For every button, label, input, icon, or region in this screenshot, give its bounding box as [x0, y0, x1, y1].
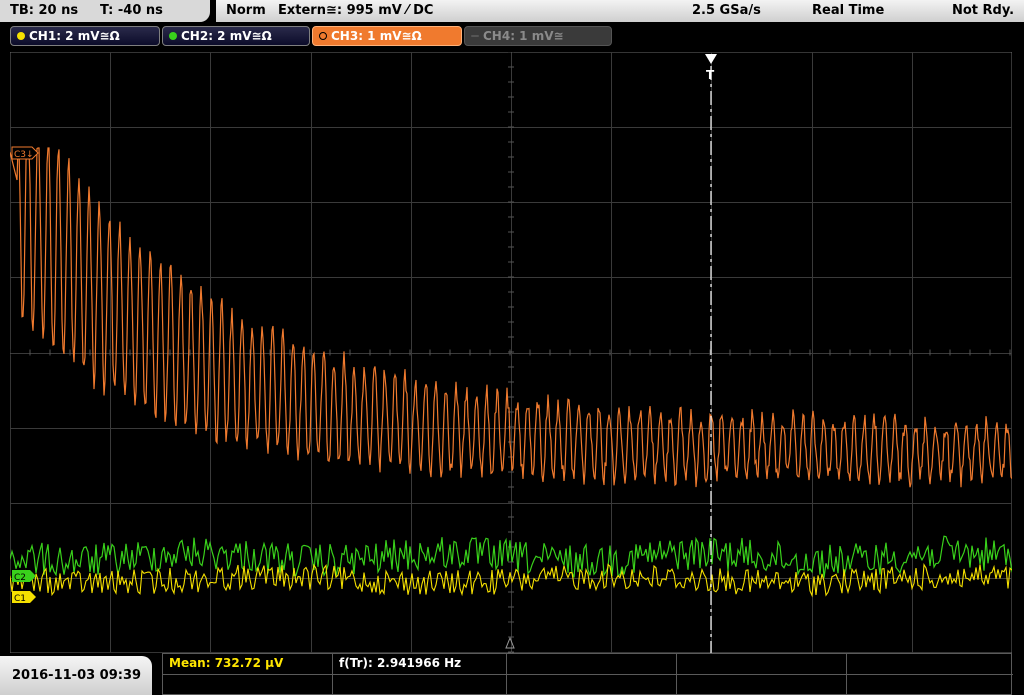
- mean-value: Mean: 732.72 µV: [169, 656, 284, 670]
- status-bar: TB: 20 ns T: -40 ns Norm Extern≅: 995 mV…: [0, 0, 1024, 24]
- datetime: 2016-11-03 09:39: [12, 668, 142, 683]
- channel-4-button[interactable]: CH4: 1 mV≅: [464, 26, 612, 46]
- measurement-slot-8[interactable]: [507, 674, 677, 694]
- ch3-marker-label: C3↓: [14, 150, 34, 160]
- measurement-slot-4[interactable]: [677, 654, 847, 674]
- trigger-offset-value: T: -40 ns: [100, 3, 163, 18]
- measurement-slot-5[interactable]: [847, 654, 1013, 674]
- sample-rate: 2.5 GSa/s: [692, 3, 761, 18]
- measurement-slot-9[interactable]: [677, 674, 847, 694]
- frequency-value: f(Tr): 2.941966 Hz: [339, 656, 462, 670]
- ch1-indicator-icon: [17, 32, 25, 40]
- trigger-source: Extern≅: 995 mV ⁄ DC: [278, 3, 434, 18]
- ch2-label: CH2: 2 mV≅Ω: [181, 29, 272, 43]
- ch2-marker-label: C2: [14, 573, 26, 583]
- measurement-slot-10[interactable]: [847, 674, 1013, 694]
- channel-2-button[interactable]: CH2: 2 mV≅Ω: [162, 26, 310, 46]
- trigger-marker-label: T: [706, 68, 715, 82]
- frequency-measurement[interactable]: f(Tr): 2.941966 Hz: [333, 654, 507, 674]
- measurement-panel[interactable]: Mean: 732.72 µV f(Tr): 2.941966 Hz: [162, 653, 1013, 695]
- waveform-grid: T C3↓ C2 C1: [10, 52, 1012, 653]
- channel-bar: CH1: 2 mV≅Ω CH2: 2 mV≅Ω CH3: 1 mV≅Ω CH4:…: [0, 26, 1024, 48]
- datetime-box: 2016-11-03 09:39: [0, 656, 152, 695]
- measurement-slot-7[interactable]: [333, 674, 507, 694]
- ch3-label: CH3: 1 mV≅Ω: [331, 29, 422, 43]
- trigger-state: Not Rdy.: [952, 3, 1015, 18]
- channel-3-button[interactable]: CH3: 1 mV≅Ω: [312, 26, 462, 46]
- channel-1-button[interactable]: CH1: 2 mV≅Ω: [10, 26, 160, 46]
- ch2-indicator-icon: [169, 32, 177, 40]
- waveform-display[interactable]: T C3↓ C2 C1: [10, 52, 1012, 653]
- ch4-label: CH4: 1 mV≅: [483, 29, 564, 43]
- ch1-marker-label: C1: [14, 594, 26, 604]
- ch4-indicator-icon: [471, 35, 479, 37]
- timebase-value: TB: 20 ns: [10, 3, 79, 18]
- ch3-indicator-icon: [319, 32, 327, 40]
- measurement-slot-3[interactable]: [507, 654, 677, 674]
- mean-measurement[interactable]: Mean: 732.72 µV: [163, 654, 333, 674]
- timebase-box[interactable]: TB: 20 ns T: -40 ns: [0, 0, 210, 22]
- trigger-acq-bar[interactable]: Norm Extern≅: 995 mV ⁄ DC 2.5 GSa/s Real…: [216, 0, 1024, 22]
- measurement-slot-6[interactable]: [163, 674, 333, 694]
- ch1-label: CH1: 2 mV≅Ω: [29, 29, 120, 43]
- trigger-mode: Norm: [226, 3, 266, 18]
- acquisition-mode: Real Time: [812, 3, 885, 18]
